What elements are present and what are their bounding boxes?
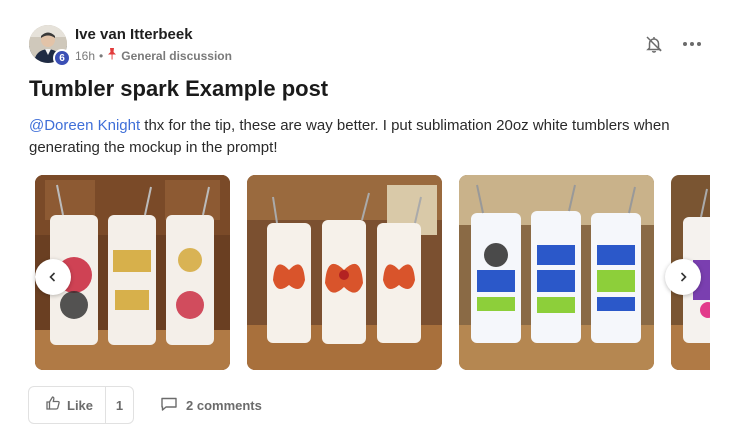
user-mention[interactable]: @Doreen Knight [29, 117, 140, 134]
comments-label: 2 comments [186, 398, 262, 413]
like-label: Like [67, 397, 94, 413]
gallery-image-2[interactable] [247, 175, 442, 370]
gallery-prev-button[interactable] [35, 259, 71, 295]
post-body: @Doreen Knight thx for the tip, these ar… [29, 115, 689, 159]
author-avatar[interactable]: 6 [29, 25, 71, 67]
like-control: Like 1 [28, 386, 134, 424]
author-name[interactable]: Ive van Itterbeek [75, 26, 193, 43]
gallery-next-button[interactable] [665, 259, 701, 295]
gallery-image-3[interactable] [459, 175, 654, 370]
like-count[interactable]: 1 [106, 398, 133, 413]
level-badge: 6 [53, 49, 71, 67]
comment-icon [160, 396, 178, 415]
category-link[interactable]: General discussion [121, 49, 232, 63]
comments-button[interactable]: 2 comments [160, 396, 262, 415]
image-gallery [35, 175, 710, 370]
thumbs-up-icon [45, 395, 61, 416]
notification-bell-icon[interactable] [645, 35, 663, 53]
like-button[interactable]: Like [29, 387, 105, 423]
more-options-icon[interactable] [682, 35, 702, 53]
post-title: Tumbler spark Example post [29, 76, 329, 101]
meta-separator: • [99, 48, 104, 63]
post-time: 16h [75, 48, 96, 63]
post-card: 6 Ive van Itterbeek 16h • General discus… [0, 0, 734, 433]
pin-icon [107, 48, 117, 63]
post-meta: 16h • General discussion [75, 48, 232, 63]
